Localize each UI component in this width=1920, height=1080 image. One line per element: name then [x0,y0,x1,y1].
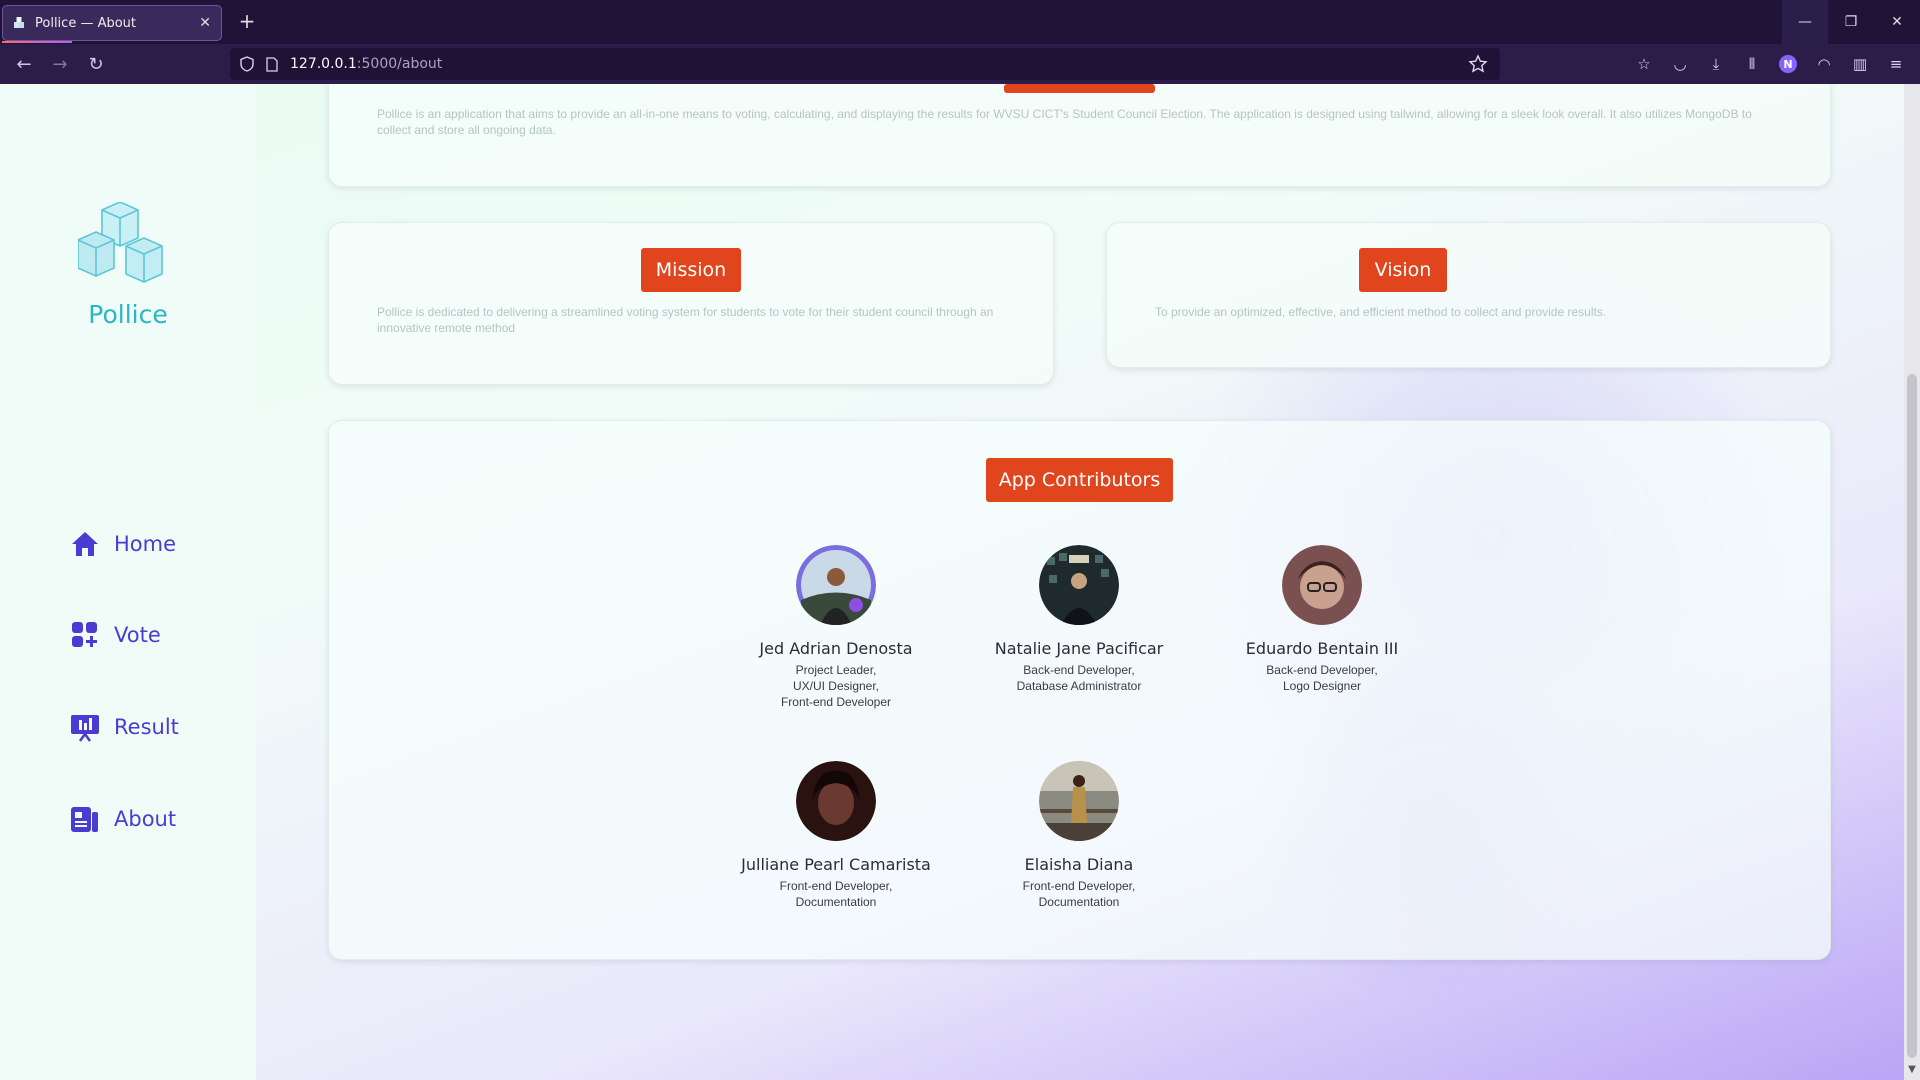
url-host: 127.0.0.1 [290,56,357,72]
downloads-icon[interactable]: ⤓ [1698,48,1734,80]
about-text: Pollice is an application that aims to p… [377,107,1752,137]
contributor-card: Natalie Jane Pacificar Back-end Develope… [969,545,1189,694]
contributor-role: Front-end Developer, Documentation [1022,879,1136,909]
bookmark-star-icon[interactable] [1468,54,1488,74]
contributors-heading[interactable]: App Contributors [986,458,1173,502]
extension-star-icon[interactable]: ☆ [1626,48,1662,80]
browser-tab[interactable]: Pollice — About ✕ [2,5,222,41]
page-scrollbar[interactable]: ▼ [1904,84,1920,1080]
sidebar-item-result[interactable]: Result [70,709,179,745]
contributor-card: Julliane Pearl Camarista Front-end Devel… [726,761,946,910]
contributor-avatar [796,545,876,625]
brand-name: Pollice [88,300,168,329]
sidebar-item-label: Vote [114,623,161,647]
page-viewport: Pollice Home Vote Result About Pollice i… [0,84,1920,1080]
contributor-avatar [796,761,876,841]
url-bar[interactable]: 127.0.0.1:5000/about [230,48,1500,80]
tab-favicon-icon [14,17,24,28]
result-icon [71,715,99,742]
profile-button[interactable]: N [1770,48,1806,80]
shield-icon[interactable] [240,56,254,72]
sidebar-item-home[interactable]: Home [70,526,176,562]
extensions-icon[interactable]: ▥ [1842,48,1878,80]
about-heading-button[interactable] [1004,84,1155,93]
mission-heading[interactable]: Mission [641,248,741,292]
tab-accent-line [2,41,72,43]
contributor-role: Back-end Developer, Database Administrat… [1016,663,1142,693]
sidebar-item-about[interactable]: About [70,801,176,837]
contributor-role: Front-end Developer, Documentation [779,879,893,909]
sidebar-item-vote[interactable]: Vote [70,617,161,653]
sidebar-item-label: About [114,807,177,831]
pocket-icon[interactable]: ◡ [1662,48,1698,80]
back-button[interactable]: ← [6,48,42,80]
url-text[interactable]: 127.0.0.1:5000/about [290,56,442,72]
tab-title: Pollice — About [35,15,137,31]
vision-text: To provide an optimized, effective, and … [1155,305,1607,319]
new-tab-button[interactable]: + [236,10,258,32]
contributor-role: Back-end Developer, Logo Designer [1266,663,1378,693]
sidebar-item-label: Result [114,715,179,739]
contributor-name: Julliane Pearl Camarista [741,855,931,874]
tab-close-icon[interactable]: ✕ [199,15,211,31]
contributor-avatar [1282,545,1362,625]
vision-heading[interactable]: Vision [1359,248,1447,292]
minimize-button[interactable]: — [1782,0,1828,44]
pollice-logo-icon [78,202,163,283]
browser-tab-bar: Pollice — About ✕ + — ❐ ✕ [0,0,1920,44]
scrollbar-thumb[interactable] [1907,374,1917,1058]
profile-initial: N [1779,55,1797,73]
window-controls: — ❐ ✕ [1782,0,1920,44]
sidebar: Pollice Home Vote Result About [0,84,256,1080]
restore-button[interactable]: ❐ [1828,0,1874,44]
mission-text: Pollice is dedicated to delivering a str… [377,305,994,335]
close-window-button[interactable]: ✕ [1874,0,1920,44]
page-icon [266,56,278,72]
contributor-name: Natalie Jane Pacificar [994,639,1164,658]
reload-button[interactable]: ↻ [78,48,114,80]
menu-icon[interactable]: ≡ [1878,48,1914,80]
contributor-card: Elaisha Diana Front-end Developer, Docum… [969,761,1189,910]
contributor-name: Jed Adrian Denosta [759,639,913,658]
library-icon[interactable]: ⫴ [1734,48,1770,80]
contributor-avatar [1039,545,1119,625]
vote-icon [72,622,97,647]
browser-nav-bar: ← → ↻ 127.0.0.1:5000/about ☆ ◡ ⤓ ⫴ N ◠ ▥… [0,44,1920,84]
vision-card [1106,222,1831,368]
toolbar-icons: ☆ ◡ ⤓ ⫴ N ◠ ▥ ≡ [1626,48,1914,80]
contributor-name: Eduardo Bentain III [1245,639,1399,658]
forward-button[interactable]: → [42,48,78,80]
account-icon[interactable]: ◠ [1806,48,1842,80]
url-path: :5000/about [356,56,443,72]
contributor-card: Eduardo Bentain III Back-end Developer, … [1212,545,1432,694]
contributor-role: Project Leader, UX/UI Designer, Front-en… [780,663,892,709]
about-icon [71,807,98,832]
contributor-card: Jed Adrian Denosta Project Leader, UX/UI… [726,545,946,710]
contributor-avatar [1039,761,1119,841]
sidebar-item-label: Home [114,532,177,556]
scroll-down-arrow-icon[interactable]: ▼ [1904,1064,1920,1078]
contributor-name: Elaisha Diana [1024,855,1134,874]
home-icon [72,532,98,556]
